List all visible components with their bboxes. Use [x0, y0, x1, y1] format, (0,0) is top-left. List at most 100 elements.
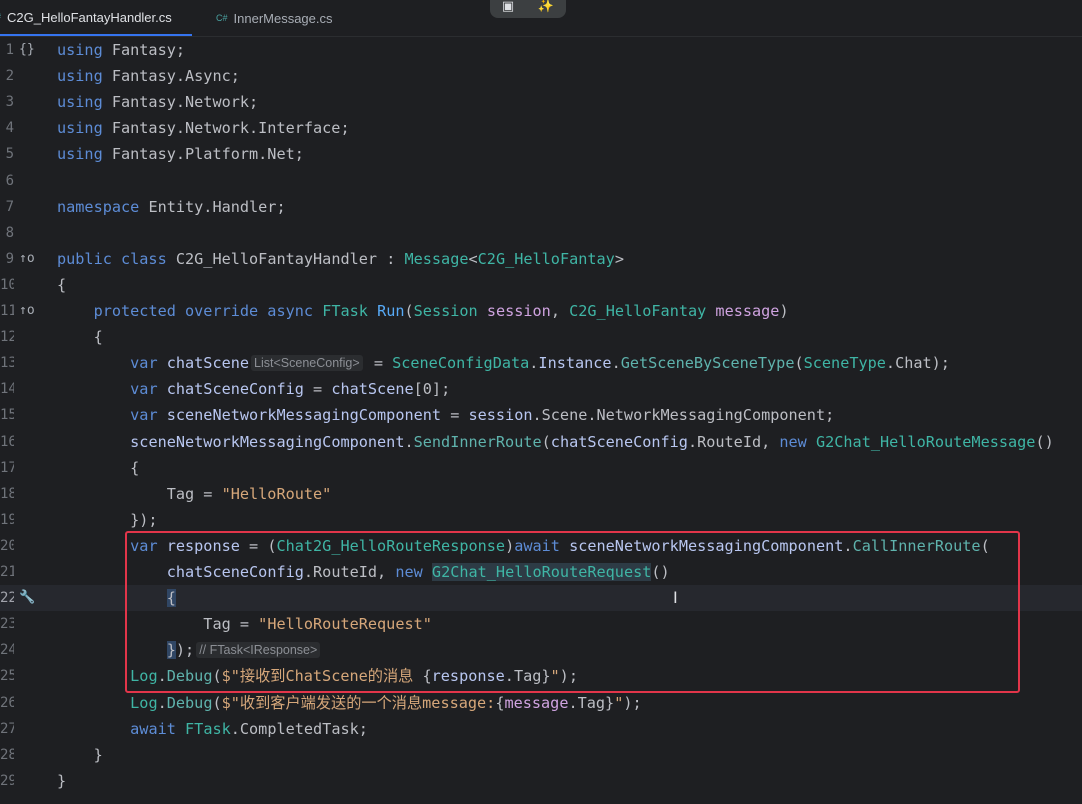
code-token: C2G_HelloFantay	[569, 302, 707, 320]
code-token: Message	[404, 249, 469, 268]
tab-label: C2G_HelloFantayHandler.cs	[7, 9, 172, 25]
code-token: $"收到客户端发送的一个消息message:	[221, 693, 496, 712]
code-line[interactable]: 29}	[0, 768, 1082, 794]
code-line[interactable]: 26 Log.Debug($"收到客户端发送的一个消息message:{mess…	[0, 690, 1082, 716]
tab-innermessage[interactable]: C# InnerMessage.cs	[204, 0, 354, 36]
code-line[interactable]: 28 }	[0, 742, 1082, 768]
code-text: });// FTask<IResponse>	[57, 640, 322, 660]
code-line[interactable]: 19 });	[0, 507, 1082, 533]
code-token: Session	[413, 302, 478, 320]
code-line[interactable]: 1 {} using Fantasy;	[0, 37, 1082, 63]
code-token: Log	[130, 693, 158, 712]
code-token: C2G_HelloFantayHandler	[166, 249, 378, 268]
code-text: using Fantasy.Network;	[57, 92, 258, 112]
code-line[interactable]: 12 {	[0, 324, 1082, 350]
line-number: 22	[0, 590, 14, 607]
code-line[interactable]: 5 using Fantasy.Platform.Net;	[0, 141, 1082, 167]
code-line[interactable]: 20 var response = (Chat2G_HelloRouteResp…	[0, 533, 1082, 559]
override-gutter-icon[interactable]: ↑o	[19, 302, 35, 320]
inlay-hint: // FTask<IResponse>	[196, 642, 321, 659]
code-line[interactable]: 25 Log.Debug($"接收到ChatScene的消息 {response…	[0, 663, 1082, 689]
line-number: 18	[0, 485, 14, 502]
code-token: (	[212, 693, 222, 712]
code-line[interactable]: 22 🔧 {	[0, 585, 1082, 612]
code-line[interactable]: 15 var sceneNetworkMessagingComponent = …	[0, 402, 1082, 428]
code-token: :	[377, 249, 405, 268]
code-token: );	[559, 667, 578, 686]
code-line[interactable]: 6	[0, 168, 1082, 194]
code-token: ,	[550, 302, 570, 320]
code-line[interactable]: 4 using Fantasy.Network.Interface;	[0, 115, 1082, 141]
code-token: public class	[57, 249, 167, 268]
code-token: )	[779, 302, 789, 320]
code-line[interactable]: 9 ↑o public class C2G_HelloFantayHandler :…	[0, 246, 1082, 272]
code-token: using	[57, 41, 103, 59]
code-line[interactable]: 27 await FTask.CompletedTask;	[0, 716, 1082, 742]
code-token: sceneNetworkMessagingComponent	[157, 406, 442, 425]
namespace-gutter-icon[interactable]: {}	[19, 41, 35, 59]
code-token: SendInnerRoute	[413, 432, 542, 451]
code-token: Run	[377, 302, 405, 320]
code-token: FTask	[322, 302, 368, 320]
code-line[interactable]: 18 Tag = "HelloRoute"	[0, 481, 1082, 507]
csharp-file-icon: #	[0, 12, 1, 22]
code-token: using	[57, 145, 103, 164]
code-line[interactable]: 14 var chatSceneConfig = chatScene[0];	[0, 376, 1082, 402]
override-gutter-icon[interactable]: ↑o	[19, 250, 35, 268]
code-text: using Fantasy.Platform.Net;	[57, 144, 304, 164]
code-token: session	[477, 302, 551, 320]
code-token: FTask	[185, 719, 231, 738]
code-line[interactable]: 24 });// FTask<IResponse>	[0, 637, 1082, 663]
code-line[interactable]: 16 sceneNetworkMessagingComponent.SendIn…	[0, 429, 1082, 455]
code-line[interactable]: 8	[0, 220, 1082, 246]
code-token: var	[130, 406, 158, 425]
wrench-icon[interactable]: 🔧	[19, 589, 35, 607]
line-number: 25	[0, 668, 14, 685]
code-token: .CompletedTask;	[230, 719, 368, 738]
code-text: protected override async FTask Run(Sessi…	[57, 301, 789, 321]
code-token: "	[550, 667, 560, 686]
code-token: =	[441, 406, 469, 425]
code-token: Log	[130, 667, 158, 686]
code-line[interactable]: 13 var chatScene List<SceneConfig> = Scen…	[0, 350, 1082, 376]
code-token: await	[514, 536, 560, 555]
code-token: $"接收到ChatScene的消息	[221, 667, 423, 686]
window-icon[interactable]: ▣	[502, 0, 514, 14]
code-token: namespace	[57, 197, 140, 216]
code-line[interactable]: 23 Tag = "HelloRouteRequest"	[0, 611, 1082, 637]
code-line[interactable]: 2 using Fantasy.Async;	[0, 63, 1082, 89]
code-line[interactable]: 3 using Fantasy.Network;	[0, 89, 1082, 115]
code-line[interactable]: 7 namespace Entity.Handler;	[0, 194, 1082, 220]
code-token: }	[166, 641, 176, 660]
code-token: {	[57, 328, 103, 347]
line-number: 7	[5, 198, 14, 215]
code-token: .Scene.NetworkMessagingComponent;	[532, 406, 835, 425]
code-editor[interactable]: 1 {} using Fantasy; 2 using Fantasy.Async; 3 u…	[0, 37, 1082, 804]
code-line[interactable]: 21 chatSceneConfig.RouteId, new G2Chat_H…	[0, 559, 1082, 585]
code-token: G2Chat_HelloRouteMessage	[815, 432, 1036, 451]
line-number: 23	[0, 616, 14, 633]
code-token: (	[980, 536, 990, 555]
code-line[interactable]: 17 {	[0, 455, 1082, 481]
code-token: });	[57, 510, 158, 529]
code-token: new	[395, 563, 423, 581]
line-number: 5	[5, 146, 14, 163]
code-editor-window: # C2G_HelloFantayHandler.cs C# InnerMess…	[0, 0, 1082, 804]
tab-c2g-hellofantayhandler[interactable]: # C2G_HelloFantayHandler.cs	[0, 0, 192, 36]
code-text: {	[57, 458, 139, 478]
line-number: 13	[0, 355, 14, 372]
ai-sparkle-icon[interactable]: ✨	[538, 0, 554, 14]
code-token: using	[57, 93, 103, 112]
code-text: var response = (Chat2G_HelloRouteRespons…	[57, 536, 990, 556]
line-number: 24	[0, 642, 14, 659]
code-line[interactable]: 10 {	[0, 272, 1082, 298]
code-token: G2Chat_HelloRouteRequest	[431, 563, 652, 581]
code-line[interactable]: 11 ↑o protected override async FTask Run(…	[0, 298, 1082, 324]
code-token: response	[431, 667, 505, 686]
